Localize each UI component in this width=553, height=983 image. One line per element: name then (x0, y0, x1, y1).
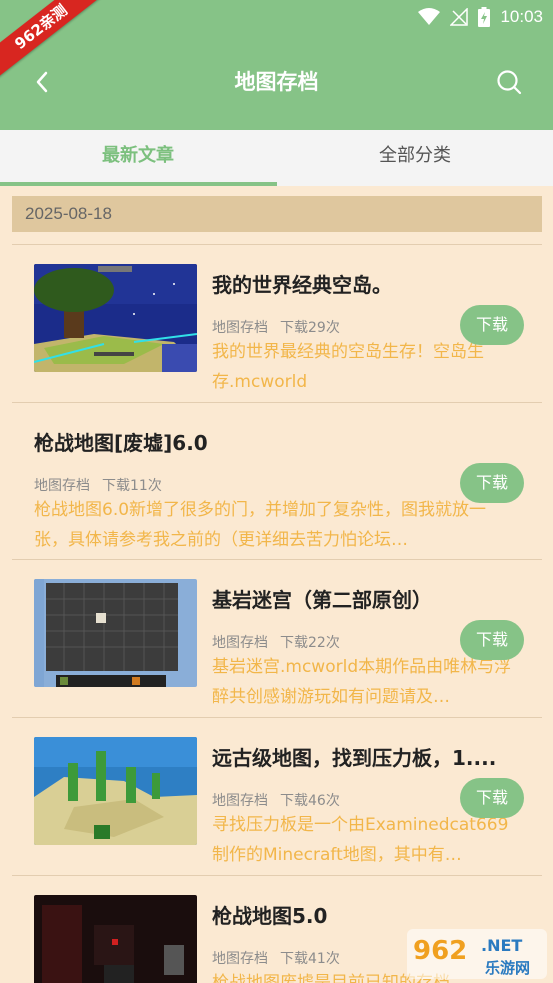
list-item[interactable]: 我的世界经典空岛。 地图存档 下载29次 我的世界最经典的空岛生存！空岛生存.mc… (12, 245, 542, 402)
item-category: 地图存档 (212, 635, 268, 651)
tab-bar: 最新文章 全部分类 (0, 130, 553, 186)
watermark-logo: 962 .NET 乐游网 (407, 929, 547, 979)
list-item[interactable]: 枪战地图[废墟]6.0 地图存档 下载11次 枪战地图6.0新增了很多的门，并增加… (12, 403, 542, 559)
download-button[interactable]: 下载 (460, 778, 524, 818)
item-downloads: 下载22次 (280, 635, 340, 651)
item-downloads: 下载46次 (280, 793, 340, 809)
item-desc: 我的世界最经典的空岛生存！空岛生存.mcworld (212, 342, 484, 392)
item-category: 地图存档 (212, 951, 268, 967)
item-desc: 基岩迷宫.mcworld本期作品由唯林与浮醉共创感谢游玩如有问题请及… (212, 657, 512, 707)
item-downloads: 下载41次 (280, 951, 340, 967)
thumbnail (34, 264, 197, 372)
list-item[interactable]: 基岩迷宫（第二部原创） 地图存档 下载22次 基岩迷宫.mcworld本期作品由唯… (12, 560, 542, 717)
tab-all-categories[interactable]: 全部分类 (277, 130, 553, 186)
clock: 10:03 (500, 7, 543, 26)
thumbnail (34, 737, 197, 845)
watermark-suffix: .NET (481, 936, 522, 955)
article-list: 我的世界经典空岛。 地图存档 下载29次 我的世界最经典的空岛生存！空岛生存.mc… (12, 244, 542, 983)
search-icon (497, 70, 522, 95)
thumbnail (34, 579, 197, 687)
item-category: 地图存档 (212, 320, 268, 336)
no-signal-icon (450, 8, 469, 26)
item-title: 我的世界经典空岛。 (212, 273, 392, 297)
list-item[interactable]: 远古级地图，找到压力板，1.... 地图存档 下载46次 寻找压力板是一个由Exa… (12, 718, 542, 875)
item-meta: 地图存档 下载11次 (34, 475, 174, 495)
item-title: 枪战地图5.0 (212, 904, 328, 928)
item-downloads: 下载29次 (280, 320, 340, 336)
item-category: 地图存档 (212, 793, 268, 809)
download-button[interactable]: 下载 (460, 620, 524, 660)
battery-icon (478, 7, 491, 27)
watermark-number: 962 (413, 936, 467, 966)
thumbnail (34, 895, 197, 983)
title-bar: 地图存档 (0, 34, 553, 130)
item-desc: 寻找压力板是一个由Examinedcat669制作的Minecraft地图，其中… (212, 815, 509, 865)
item-title: 枪战地图[废墟]6.0 (34, 431, 208, 455)
item-title: 远古级地图，找到压力板，1.... (212, 746, 497, 770)
item-downloads: 下载11次 (102, 478, 162, 494)
item-meta: 地图存档 下载29次 (212, 317, 352, 337)
item-desc: 枪战地图6.0新增了很多的门，并增加了复杂性，图我就放一张，具体请参考我之前的（… (34, 500, 487, 550)
item-category: 地图存档 (34, 478, 90, 494)
tab-latest[interactable]: 最新文章 (0, 130, 277, 186)
item-title: 基岩迷宫（第二部原创） (212, 588, 432, 612)
item-meta: 地图存档 下载46次 (212, 790, 352, 810)
wifi-icon (418, 8, 441, 25)
item-meta: 地图存档 下载22次 (212, 632, 352, 652)
watermark-sub: 乐游网 (485, 959, 530, 977)
status-icons: 10:03 (418, 5, 543, 29)
search-button[interactable] (491, 64, 527, 100)
download-button[interactable]: 下载 (460, 305, 524, 345)
download-button[interactable]: 下载 (460, 463, 524, 503)
item-meta: 地图存档 下载41次 (212, 948, 352, 968)
page-title: 地图存档 (234, 70, 319, 94)
date-header: 2025-08-18 (12, 196, 542, 232)
